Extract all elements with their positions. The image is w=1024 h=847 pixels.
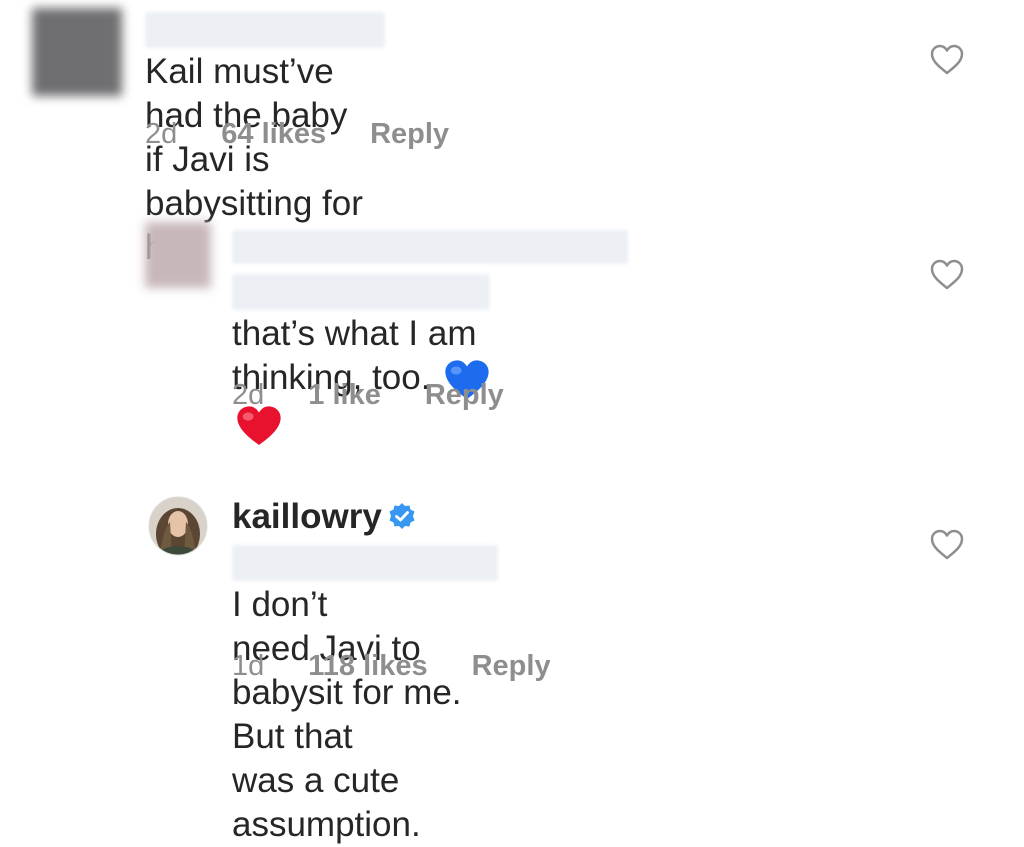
heart-outline-icon[interactable] xyxy=(930,259,964,291)
likes-count[interactable]: 118 likes xyxy=(308,650,427,682)
avatar[interactable] xyxy=(145,222,211,288)
timestamp: 2d xyxy=(232,379,265,411)
redacted-username xyxy=(232,230,628,264)
likes-count[interactable]: 64 likes xyxy=(221,118,326,150)
timestamp: 1d xyxy=(232,650,265,682)
avatar[interactable] xyxy=(32,8,122,96)
redacted-mention xyxy=(232,273,490,310)
heart-outline-icon[interactable] xyxy=(930,44,964,76)
comment-text-line: was a cute assumption. xyxy=(232,761,421,844)
comment-meta: 2d 64 likes Reply xyxy=(145,118,493,151)
redacted-username xyxy=(145,11,385,48)
comment-meta: 2d 1 like Reply xyxy=(232,379,548,412)
comment-text-line: I don’t xyxy=(232,585,328,624)
comment-text-line: that’s what I am xyxy=(232,314,477,353)
verified-badge-icon xyxy=(389,502,415,529)
timestamp: 2d xyxy=(145,118,178,150)
comment-text: that’s what I am thinking, too. xyxy=(232,268,500,448)
heart-outline-icon[interactable] xyxy=(930,529,964,561)
redacted-mention xyxy=(232,544,498,581)
username[interactable]: kaillowry xyxy=(232,497,382,536)
likes-count[interactable]: 1 like xyxy=(308,379,381,411)
avatar[interactable] xyxy=(148,496,208,556)
comment-meta: 1d 118 likes Reply xyxy=(232,650,595,683)
reply-button[interactable]: Reply xyxy=(370,118,449,150)
reply-button[interactable]: Reply xyxy=(472,650,551,682)
comment-text-line: need Javi to babysit for me. But that xyxy=(232,629,462,756)
reply-button[interactable]: Reply xyxy=(425,379,504,411)
